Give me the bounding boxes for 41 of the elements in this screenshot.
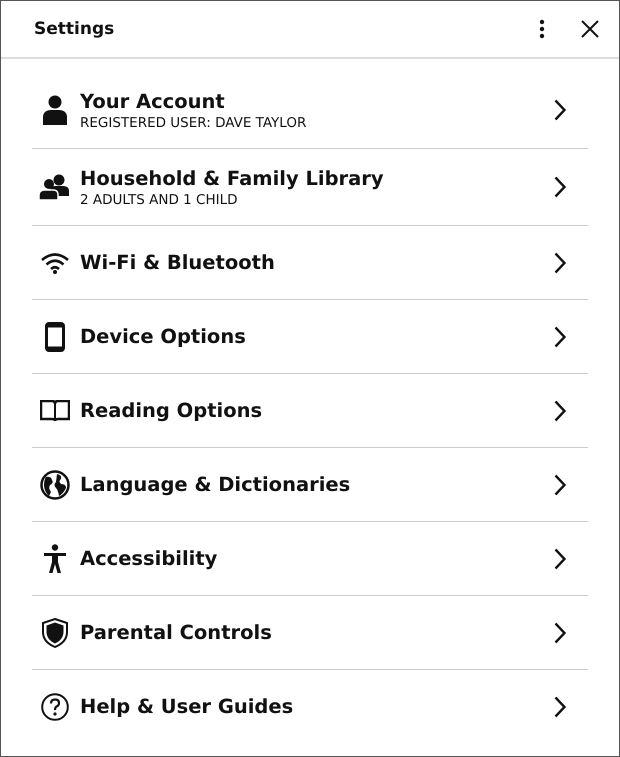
item-title: Wi-Fi & Bluetooth	[80, 251, 276, 274]
people-icon	[39, 174, 71, 200]
item-title: Device Options	[80, 325, 247, 348]
item-title: Your Account	[80, 90, 226, 112]
item-title: Language & Dictionaries	[80, 473, 352, 496]
item-title: Household & Family Library	[80, 166, 385, 190]
wifi-icon	[40, 252, 70, 274]
item-title: Parental Controls	[80, 621, 273, 644]
chevron-right-icon	[554, 99, 566, 121]
settings-item[interactable]: Help & User Guides	[32, 670, 588, 743]
item-subtitle: 2 ADULTS AND 1 CHILD	[80, 192, 239, 208]
settings-item[interactable]: Wi-Fi & Bluetooth	[32, 226, 588, 300]
chevron-right-icon	[554, 176, 566, 198]
chevron-right-icon	[554, 326, 566, 348]
settings-item[interactable]: Language & Dictionaries	[32, 448, 588, 522]
settings-item[interactable]: Your Account REGISTERED USER: DAVE TAYLOR	[32, 72, 588, 149]
book-icon	[40, 400, 70, 422]
chevron-right-icon	[554, 696, 566, 718]
settings-item[interactable]: Household & Family Library 2 ADULTS AND 1 CHILD	[32, 149, 588, 226]
chevron-right-icon	[554, 548, 566, 570]
chevron-right-icon	[554, 252, 566, 274]
close-icon[interactable]	[581, 20, 599, 38]
settings-item[interactable]: Parental Controls	[32, 596, 588, 670]
settings-item[interactable]: Reading Options	[32, 374, 588, 448]
chevron-right-icon	[554, 474, 566, 496]
phone-icon	[45, 322, 65, 352]
person-icon	[43, 95, 67, 125]
globe-icon	[40, 470, 70, 500]
window-title: Settings	[34, 19, 116, 39]
item-subtitle: REGISTERED USER: DAVE TAYLOR	[80, 114, 308, 130]
help-icon	[41, 692, 69, 720]
item-title: Accessibility	[80, 547, 218, 570]
more-options-icon[interactable]	[539, 19, 545, 39]
settings-item[interactable]: Device Options	[32, 300, 588, 374]
item-title: Reading Options	[80, 399, 264, 422]
shield-icon	[42, 618, 68, 648]
accessibility-icon	[43, 544, 67, 574]
chevron-right-icon	[554, 622, 566, 644]
chevron-right-icon	[554, 400, 566, 422]
item-title: Help & User Guides	[80, 695, 294, 718]
settings-item[interactable]: Accessibility	[32, 522, 588, 596]
